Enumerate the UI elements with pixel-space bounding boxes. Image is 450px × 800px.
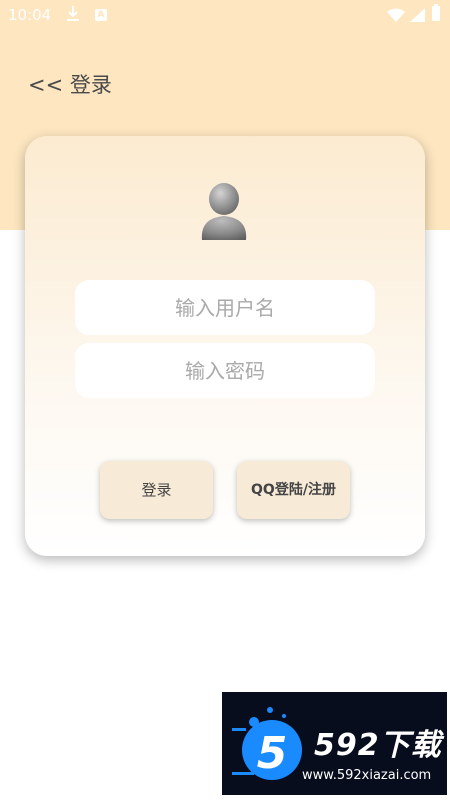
username-input[interactable] xyxy=(75,280,375,335)
wifi-icon xyxy=(387,7,405,26)
back-button[interactable]: << 登录 xyxy=(28,70,112,100)
battery-icon xyxy=(432,4,440,21)
notification-a-icon: A xyxy=(95,9,107,21)
login-button[interactable]: 登录 xyxy=(100,461,213,519)
back-chevron-icon: << xyxy=(28,73,64,97)
watermark-title: 592下载 xyxy=(314,728,442,763)
qq-login-register-button[interactable]: QQ登陆/注册 xyxy=(237,461,350,519)
username-field[interactable] xyxy=(75,280,375,335)
user-avatar-icon xyxy=(198,182,250,242)
signal-icon xyxy=(410,7,425,26)
watermark-circle-icon: 5 xyxy=(232,698,312,794)
password-input[interactable] xyxy=(75,343,375,398)
status-bar: 10:04 A xyxy=(0,0,450,30)
download-icon xyxy=(66,5,80,27)
watermark-url: www.592xiazai.com xyxy=(302,768,432,783)
login-card: 登录 QQ登陆/注册 xyxy=(25,136,425,556)
password-field[interactable] xyxy=(75,343,375,398)
svg-text:5: 5 xyxy=(257,728,288,779)
status-time: 10:04 xyxy=(8,6,52,24)
watermark-logo: 5 592下载 www.592xiazai.com xyxy=(222,692,447,795)
page-title: 登录 xyxy=(69,73,112,97)
